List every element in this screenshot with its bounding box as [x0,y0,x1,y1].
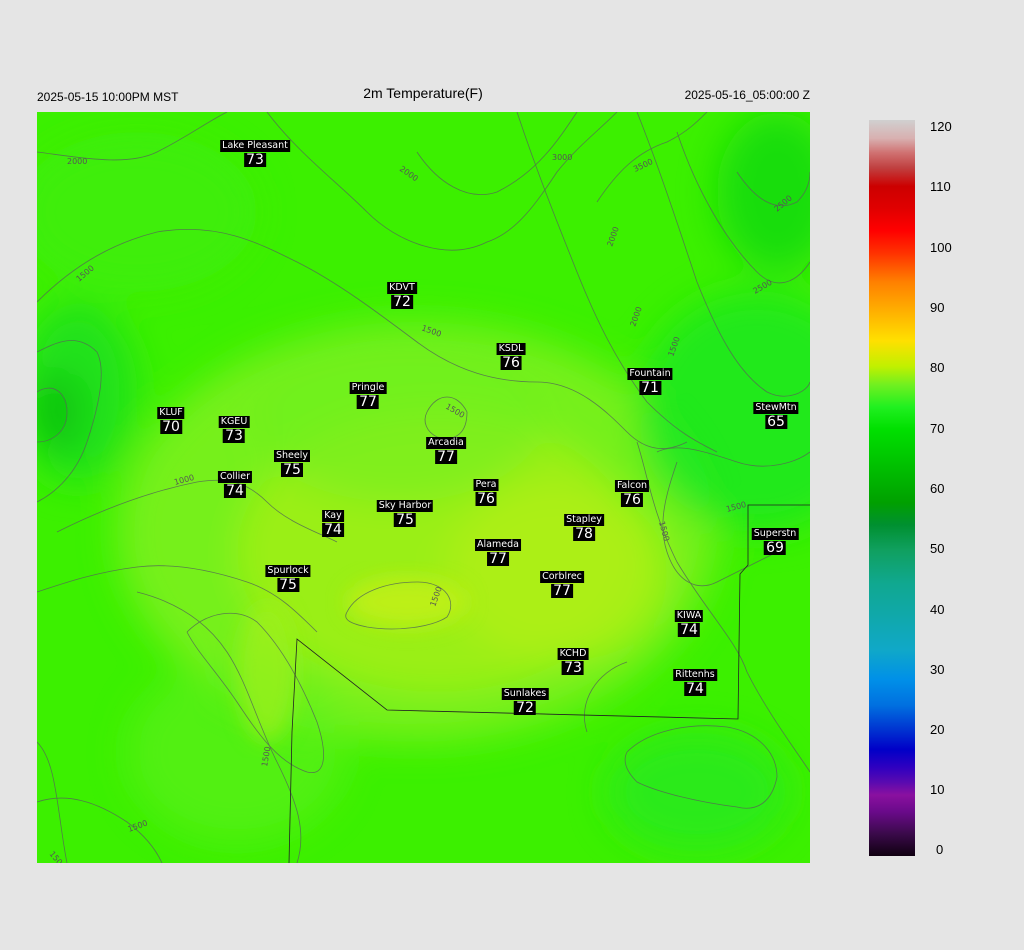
station-marker: Falcon 76 [614,480,650,508]
station-name: StewMtn [753,402,799,414]
station-temp: 76 [621,491,643,508]
station-name: Stapley [564,514,604,526]
station-name: KDVT [387,282,417,294]
station-temp: 71 [639,379,661,396]
station-name: Fountain [627,368,673,380]
station-temp: 73 [244,151,266,168]
colorbar-tick-label: 50 [930,541,945,556]
station-name: Sunlakes [501,688,549,700]
station-name: Spurlock [265,565,311,577]
station-marker: Superstn 69 [751,528,799,556]
station-temp: 75 [394,511,416,528]
station-temp: 75 [277,576,299,593]
station-marker: KLUF 70 [157,407,185,435]
station-marker: Sheely 75 [273,450,311,478]
station-temp: 74 [684,680,706,697]
station-marker: Sky Harbor 75 [376,500,434,528]
station-name: Arcadia [426,437,466,449]
map-field: 2000 2000 3000 3500 2500 2000 2500 2000 … [37,112,810,863]
station-name: KCHD [557,648,589,660]
station-temp: 76 [500,354,522,371]
station-marker: KCHD 73 [557,648,589,676]
colorbar-tick-label: 30 [930,662,945,677]
station-temp: 69 [764,539,786,556]
station-name: KIWA [674,610,704,622]
station-marker: Stapley 78 [564,514,604,542]
contour-label: 3000 [552,153,572,162]
station-name: KSDL [496,343,526,355]
station-marker: Pringle 77 [349,382,387,410]
station-marker: Rittenhs 74 [673,669,717,697]
station-name: Pera [473,479,499,491]
station-marker: Alameda 77 [475,539,521,567]
station-name: KGEU [218,416,250,428]
station-name: Collier [217,471,253,483]
station-marker: Lake Pleasant 73 [220,140,290,168]
station-marker: StewMtn 65 [753,402,799,430]
station-temp: 78 [573,525,595,542]
valid-utc-time: 2025-05-16_05:00:00 Z [684,88,810,102]
station-name: Lake Pleasant [220,140,290,152]
station-temp: 73 [562,659,584,676]
station-name: Rittenhs [673,669,717,681]
station-temp: 77 [435,448,457,465]
temperature-map: 2000 2000 3000 3500 2500 2000 2500 2000 … [37,112,810,863]
station-marker: KIWA 74 [674,610,704,638]
station-name: Kay [322,510,344,522]
contour-label: 2000 [67,157,87,166]
station-temp: 75 [281,461,303,478]
station-temp: 74 [322,521,344,538]
station-temp: 74 [678,621,700,638]
station-marker: Kay 74 [322,510,344,538]
station-marker: Spurlock 75 [265,565,311,593]
station-name: Sky Harbor [376,500,434,512]
station-temp: 70 [160,418,182,435]
station-temp: 77 [551,582,573,599]
station-name: Alameda [475,539,521,551]
station-marker: KDVT 72 [387,282,417,310]
colorbar-tick-label: 70 [930,421,945,436]
colorbar-tick-label: 80 [930,360,945,375]
station-temp: 77 [487,550,509,567]
station-temp: 72 [514,699,536,716]
station-marker: Arcadia 77 [426,437,466,465]
station-name: KLUF [157,407,185,419]
station-name: Corblrec [540,571,584,583]
colorbar-tick-label: 20 [930,722,945,737]
colorbar-tick-label: 40 [930,602,945,617]
temperature-colorbar [869,120,915,856]
station-marker: Sunlakes 72 [501,688,549,716]
station-temp: 65 [765,413,787,430]
station-marker: KGEU 73 [218,416,250,444]
colorbar-tick-label: 120 [930,119,952,134]
colorbar-tick-label: 100 [930,240,952,255]
station-marker: Pera 76 [473,479,499,507]
station-marker: Corblrec 77 [540,571,584,599]
station-name: Falcon [614,480,650,492]
station-temp: 72 [391,293,413,310]
colorbar-tick-label: 0 [936,842,944,857]
station-name: Pringle [349,382,387,394]
colorbar-tick-label: 110 [930,179,951,194]
station-marker: KSDL 76 [496,343,526,371]
station-temp: 73 [223,427,245,444]
colorbar-tick-label: 90 [930,300,945,315]
station-name: Superstn [751,528,799,540]
colorbar-tick-label: 60 [930,481,945,496]
station-name: Sheely [273,450,311,462]
station-temp: 76 [475,490,497,507]
colorbar-tick-label: 10 [930,782,945,797]
station-temp: 77 [357,393,379,410]
station-temp: 74 [224,482,246,499]
station-marker: Fountain 71 [627,368,673,396]
station-marker: Collier 74 [217,471,253,499]
